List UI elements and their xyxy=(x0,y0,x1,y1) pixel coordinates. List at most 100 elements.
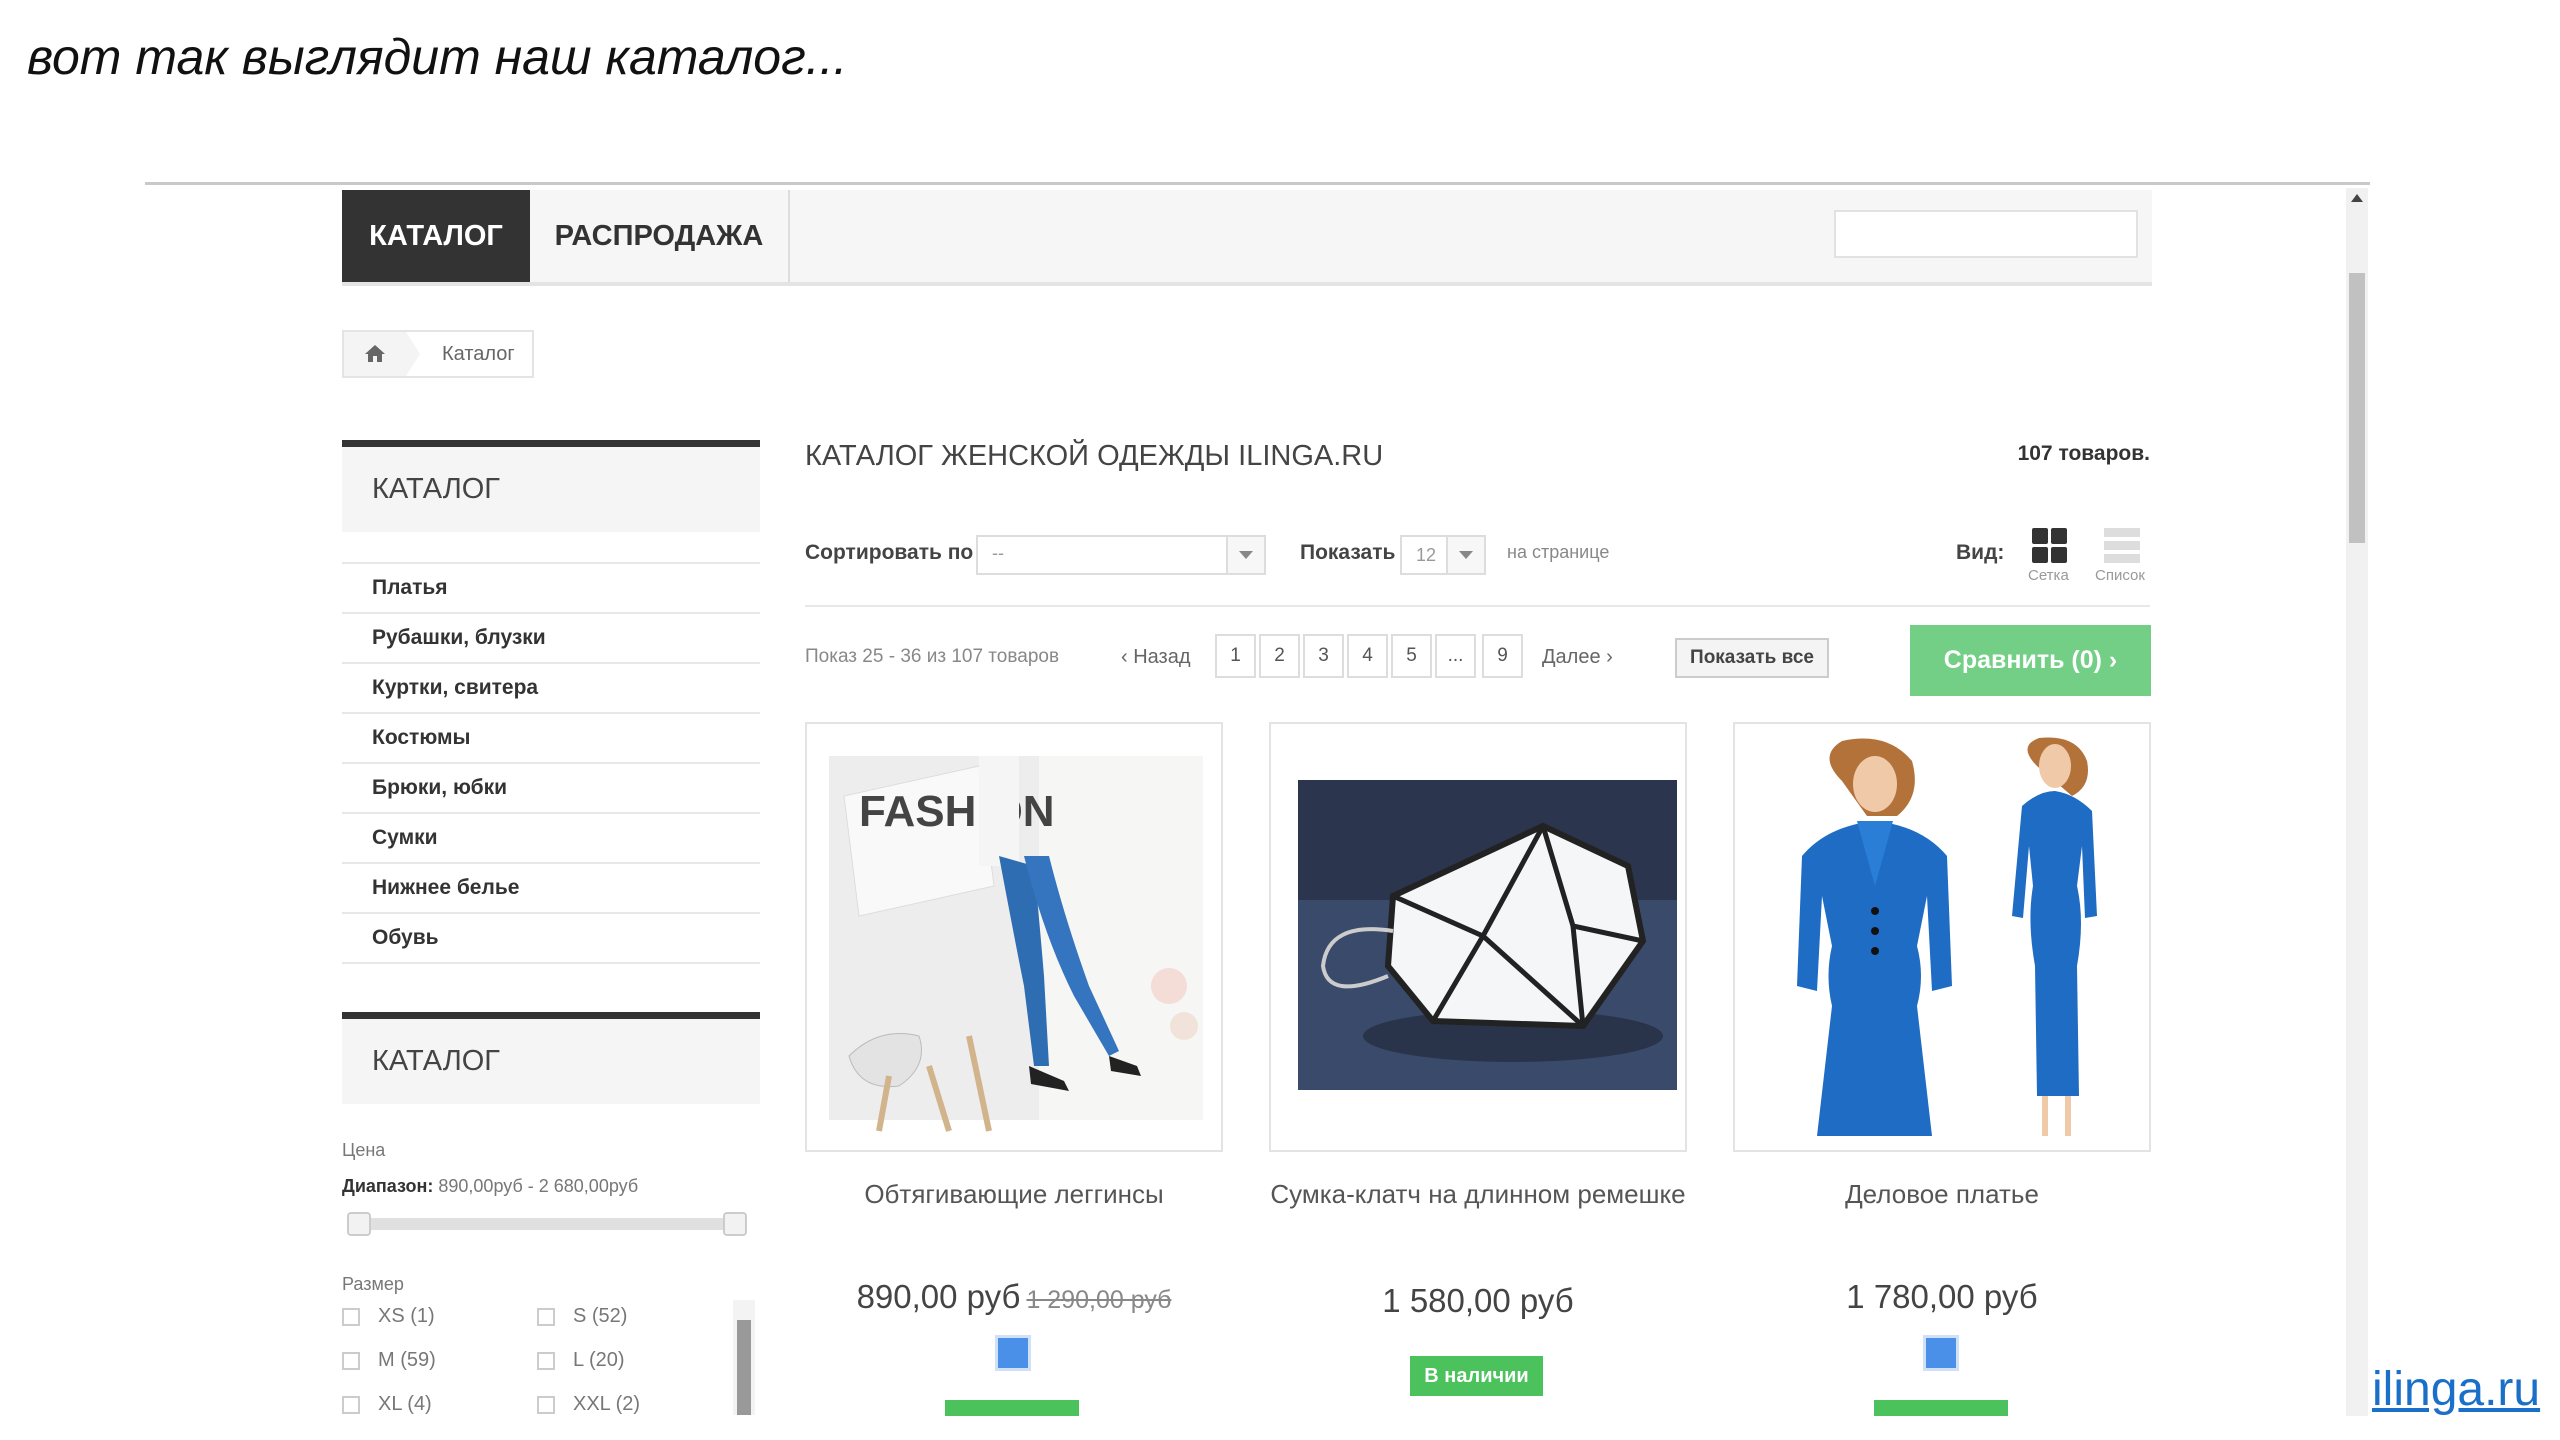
product-name[interactable]: Деловое платье xyxy=(1733,1176,2151,1212)
showing-range: Показ 25 - 36 из 107 товаров xyxy=(805,646,1060,667)
category-list: Платья Рубашки, блузки Куртки, свитера К… xyxy=(342,562,760,964)
size-option[interactable]: M (59) xyxy=(342,1349,436,1372)
page-link[interactable]: 5 xyxy=(1391,634,1432,678)
per-page-value: 12 xyxy=(1416,545,1437,565)
per-page-select[interactable]: 12 xyxy=(1400,535,1486,575)
price-slider-min-handle[interactable] xyxy=(347,1212,371,1236)
color-swatch[interactable] xyxy=(995,1335,1031,1371)
checkbox[interactable] xyxy=(342,1307,360,1326)
sidebar-title: КАТАЛОГ xyxy=(342,440,760,532)
sidebar-item-trousers[interactable]: Брюки, юбки xyxy=(342,764,760,814)
breadcrumb: Каталог xyxy=(342,330,534,378)
product-price: 1 780,00 руб xyxy=(1733,1278,2151,1316)
prev-page-link[interactable]: ‹ Назад xyxy=(1121,646,1191,669)
checkbox[interactable] xyxy=(342,1395,360,1414)
range-value: 890,00руб - 2 680,00руб xyxy=(438,1176,639,1196)
size-option[interactable]: XXL (2) xyxy=(537,1393,640,1415)
page-link[interactable]: 1 xyxy=(1215,634,1256,678)
breadcrumb-current[interactable]: Каталог xyxy=(442,332,515,376)
sort-label: Сортировать по xyxy=(805,541,974,564)
scrollbar-thumb[interactable] xyxy=(737,1320,751,1415)
stock-button-partial[interactable] xyxy=(1874,1400,2008,1416)
size-filter-list: XS (1) S (52) M (59) L (20) XL (4) XXL (… xyxy=(342,1305,732,1415)
size-option[interactable]: XL (4) xyxy=(342,1393,432,1415)
range-label: Диапазон: xyxy=(342,1176,434,1196)
page-title: КАТАЛОГ ЖЕНСКОЙ ОДЕЖДЫ ILINGA.RU xyxy=(805,440,1384,472)
price-slider[interactable] xyxy=(347,1218,747,1230)
tab-catalog[interactable]: КАТАЛОГ xyxy=(342,190,530,282)
price-label: Цена xyxy=(342,1140,386,1160)
home-icon[interactable] xyxy=(344,332,406,376)
show-all-button[interactable]: Показать все xyxy=(1675,638,1829,678)
page-link[interactable]: 9 xyxy=(1482,634,1523,678)
current-price: 1 580,00 руб xyxy=(1382,1282,1574,1319)
divider xyxy=(805,605,2150,607)
product-name[interactable]: Сумка-клатч на длинном ремешке xyxy=(1269,1176,1687,1212)
stock-button-partial[interactable] xyxy=(945,1400,1079,1416)
page-link[interactable]: 4 xyxy=(1347,634,1388,678)
checkbox[interactable] xyxy=(342,1351,360,1370)
slide-caption: вот так выглядит наш каталог... xyxy=(27,29,848,85)
scroll-up-arrow-icon[interactable] xyxy=(2351,194,2363,202)
screenshot-border xyxy=(145,182,2370,185)
checkbox[interactable] xyxy=(537,1395,555,1414)
chevron-down-icon[interactable] xyxy=(1446,537,1484,573)
tab-sale[interactable]: РАСПРОДАЖА xyxy=(530,190,790,282)
current-price: 1 780,00 руб xyxy=(1846,1278,2038,1315)
size-option[interactable]: XS (1) xyxy=(342,1305,435,1328)
leggings-photo[interactable]: FASHION xyxy=(819,736,1213,1142)
product-count: 107 товаров. xyxy=(2017,442,2150,465)
price-range-text: Диапазон: 890,00руб - 2 680,00руб xyxy=(342,1176,638,1197)
clutch-photo[interactable] xyxy=(1283,736,1680,1142)
sidebar-item-bags[interactable]: Сумки xyxy=(342,814,760,864)
dress-photo[interactable] xyxy=(1747,736,2141,1142)
current-price: 890,00 руб xyxy=(856,1278,1021,1315)
page-link-current[interactable]: 3 xyxy=(1303,634,1344,678)
show-label: Показать xyxy=(1300,541,1396,564)
sidebar-item-suits[interactable]: Костюмы xyxy=(342,714,760,764)
scrollbar-thumb[interactable] xyxy=(2349,273,2365,543)
compare-button[interactable]: Сравнить (0) › xyxy=(1910,625,2151,696)
list-view-icon[interactable] xyxy=(2104,528,2140,564)
size-list-scrollbar[interactable] xyxy=(733,1300,755,1415)
grid-view-caption: Сетка xyxy=(2028,567,2069,584)
sidebar-item-dresses[interactable]: Платья xyxy=(342,562,760,614)
in-stock-button[interactable]: В наличии xyxy=(1410,1356,1543,1396)
top-navigation: КАТАЛОГ РАСПРОДАЖА xyxy=(342,190,2152,286)
page-scrollbar[interactable] xyxy=(2346,188,2368,1416)
size-option[interactable]: L (20) xyxy=(537,1349,625,1372)
leggings-image-text: FASHION xyxy=(859,787,1055,836)
page-ellipsis: ... xyxy=(1435,634,1476,678)
product-card-leggings[interactable]: FASHION xyxy=(805,722,1223,1152)
sidebar-item-jackets[interactable]: Куртки, свитера xyxy=(342,664,760,714)
search-input[interactable] xyxy=(1834,210,2138,258)
size-option[interactable]: S (52) xyxy=(537,1305,627,1328)
list-view-caption: Список xyxy=(2095,567,2145,584)
sidebar-item-shoes[interactable]: Обувь xyxy=(342,914,760,964)
filter-title: КАТАЛОГ xyxy=(342,1012,760,1104)
checkbox[interactable] xyxy=(537,1351,555,1370)
checkbox[interactable] xyxy=(537,1307,555,1326)
sort-select[interactable]: -- xyxy=(976,535,1266,575)
sidebar-categories: КАТАЛОГ Платья Рубашки, блузки Куртки, с… xyxy=(342,440,760,964)
per-page-label: на странице xyxy=(1507,542,1610,562)
grid-view-icon[interactable] xyxy=(2032,528,2068,564)
product-price: 1 580,00 руб xyxy=(1269,1282,1687,1320)
next-page-link[interactable]: Далее › xyxy=(1542,646,1613,669)
sidebar-item-shirts[interactable]: Рубашки, блузки xyxy=(342,614,760,664)
sidebar-filters: КАТАЛОГ xyxy=(342,1012,760,1104)
product-name[interactable]: Обтягивающие леггинсы xyxy=(805,1176,1223,1212)
product-card-clutch[interactable] xyxy=(1269,722,1687,1152)
product-price: 890,00 руб 1 290,00 руб xyxy=(805,1278,1223,1316)
breadcrumb-separator-icon xyxy=(406,332,420,376)
view-label: Вид: xyxy=(1956,541,2005,564)
size-label: Размер xyxy=(342,1274,404,1294)
product-card-dress[interactable] xyxy=(1733,722,2151,1152)
color-swatch[interactable] xyxy=(1923,1335,1959,1371)
sort-value: -- xyxy=(992,543,1004,563)
price-slider-max-handle[interactable] xyxy=(723,1212,747,1236)
site-link[interactable]: ilinga.ru xyxy=(2372,1362,2540,1417)
chevron-down-icon[interactable] xyxy=(1226,537,1264,573)
sidebar-item-underwear[interactable]: Нижнее белье xyxy=(342,864,760,914)
page-link[interactable]: 2 xyxy=(1259,634,1300,678)
